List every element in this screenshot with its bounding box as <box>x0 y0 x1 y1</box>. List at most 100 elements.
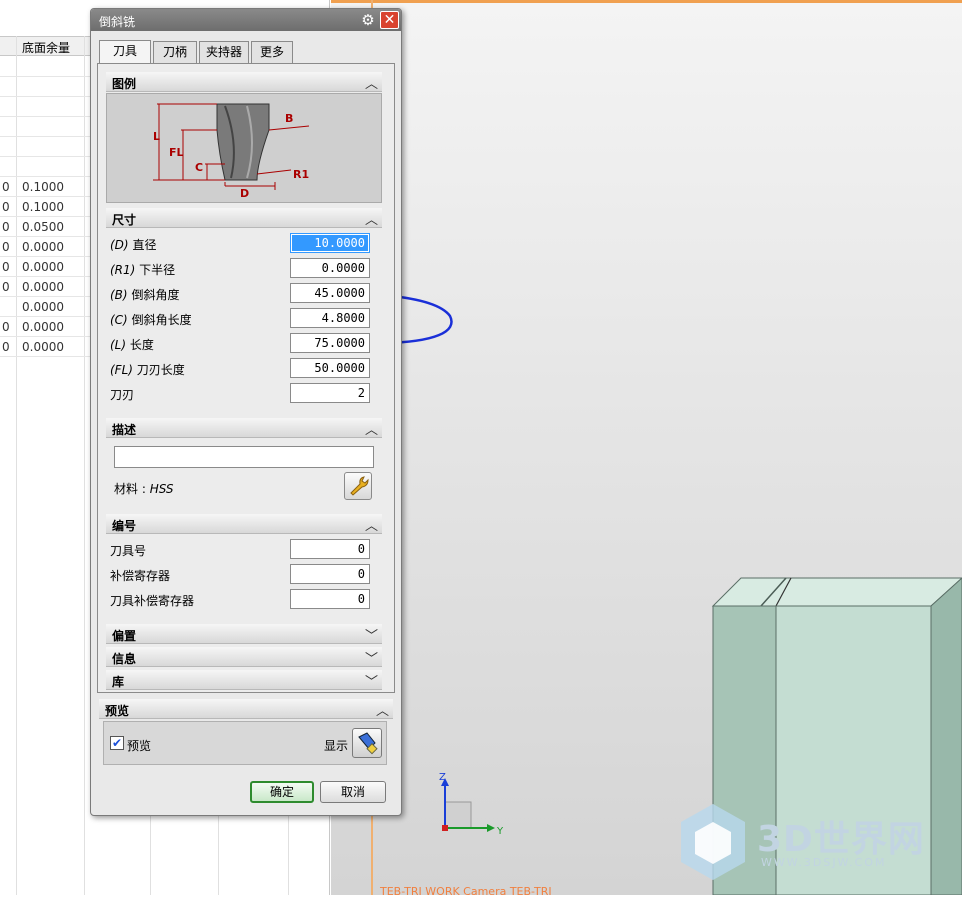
numbering-field-input[interactable]: 0 <box>290 539 370 559</box>
section-dimensions[interactable]: 尺寸 ︿ <box>106 208 382 228</box>
dimension-field-label: (D) 直径 <box>110 236 156 253</box>
dimension-field-prefix: (B) <box>110 288 128 302</box>
close-button[interactable]: ✕ <box>380 11 399 29</box>
wrench-icon <box>350 476 369 496</box>
cancel-button[interactable]: 取消 <box>320 781 386 803</box>
tool-diagram-frame: L FL C D B R1 <box>106 93 382 203</box>
gear-icon[interactable]: ⚙ <box>359 11 377 29</box>
tool-tab-panel: 图例 ︿ L FL C D B R1 尺寸 ︿ (D) 直径 10.0000 (… <box>97 63 395 693</box>
chamfer-mill-dialog: 倒斜铣 ⚙ ✕ 刀具 刀柄 夹持器 更多 图例 ︿ L FL C D B R1 … <box>90 8 402 816</box>
dimension-field-name: 刀刃 <box>110 388 135 402</box>
table-cell-floor-stock: 0.0000 <box>22 300 64 314</box>
diagram-label-c: C <box>195 161 203 174</box>
section-info[interactable]: 信息 ﹀ <box>106 647 382 667</box>
dimension-field-label: (B) 倒斜角度 <box>110 286 179 303</box>
diagram-label-r1: R1 <box>293 168 309 181</box>
dimension-field-name: 倒斜角长度 <box>131 313 192 327</box>
flashlight-icon <box>358 732 378 755</box>
chevron-up-icon[interactable]: ︿ <box>365 73 378 92</box>
chevron-down-icon[interactable]: ﹀ <box>365 648 378 667</box>
material-value: HSS <box>149 482 174 496</box>
material-row: 材料 : HSS <box>114 480 174 497</box>
preview-checkbox[interactable]: ✔ <box>110 736 124 750</box>
watermark-logo <box>681 804 745 880</box>
material-label: 材料 : <box>114 482 150 496</box>
numbering-field-row: 刀具号 0 <box>106 539 374 559</box>
material-button[interactable] <box>344 472 372 500</box>
dialog-titlebar[interactable]: 倒斜铣 ⚙ ✕ <box>91 9 401 31</box>
section-library[interactable]: 库 ﹀ <box>106 670 382 690</box>
chevron-up-icon[interactable]: ︿ <box>365 419 378 438</box>
dimension-field-name: 下半径 <box>139 263 176 277</box>
dimension-field-prefix: (C) <box>110 313 128 327</box>
dimension-field-prefix: (D) <box>110 238 129 252</box>
display-button[interactable] <box>352 728 382 758</box>
diagram-label-b: B <box>285 112 293 125</box>
numbering-field-label: 补偿寄存器 <box>110 569 171 583</box>
section-legend[interactable]: 图例 ︿ <box>106 72 382 92</box>
section-offset[interactable]: 偏置 ﹀ <box>106 624 382 644</box>
table-cell: 0 <box>2 180 10 194</box>
table-cell-floor-stock: 0.0000 <box>22 240 64 254</box>
numbering-field-label: 刀具号 <box>110 544 147 558</box>
section-info-label: 信息 <box>112 652 137 666</box>
dimension-field-row: (C) 倒斜角长度 4.8000 <box>106 308 374 328</box>
dimension-field-input[interactable]: 45.0000 <box>290 283 370 303</box>
chamfer-tool-diagram: L FL C D B R1 <box>153 103 309 200</box>
graphics-viewport[interactable]: Z Y 3D世界网 WWW.3DSJW.COM TEB-TRI WORK Cam… <box>331 0 962 898</box>
dimension-field-prefix: (R1) <box>110 263 136 277</box>
description-input[interactable] <box>114 446 374 468</box>
dimension-field-row: (L) 长度 75.0000 <box>106 333 374 353</box>
chevron-up-icon[interactable]: ︿ <box>365 515 378 534</box>
section-numbering[interactable]: 编号 ︿ <box>106 514 382 534</box>
section-description-label: 描述 <box>112 423 137 437</box>
dimension-field-input[interactable]: 2 <box>290 383 370 403</box>
chevron-up-icon[interactable]: ︿ <box>376 700 389 719</box>
ok-button[interactable]: 确定 <box>250 781 314 803</box>
dimension-field-name: 刀刃长度 <box>136 363 185 377</box>
table-cell-floor-stock: 0.0000 <box>22 320 64 334</box>
preview-panel: ✔ 预览 显示 <box>103 721 387 765</box>
table-cell: 0 <box>2 280 10 294</box>
dimension-field-input[interactable]: 10.0000 <box>290 233 370 253</box>
table-cell: 0 <box>2 200 10 214</box>
numbering-field-input[interactable]: 0 <box>290 589 370 609</box>
section-preview[interactable]: 预览 ︿ <box>99 699 393 719</box>
numbering-field-input[interactable]: 0 <box>290 564 370 584</box>
dimension-field-label: (L) 长度 <box>110 336 154 353</box>
diagram-label-d: D <box>240 187 249 200</box>
column-header-floor-stock[interactable]: 底面余量 <box>22 39 70 56</box>
tab-more[interactable]: 更多 <box>251 41 293 63</box>
viewport-status-text: TEB-TRI WORK Camera TEB-TRI <box>380 885 552 898</box>
chevron-up-icon[interactable]: ︿ <box>365 209 378 228</box>
dimension-field-input[interactable]: 4.8000 <box>290 308 370 328</box>
dimension-field-name: 直径 <box>132 238 157 252</box>
dimension-field-row: (B) 倒斜角度 45.0000 <box>106 283 374 303</box>
dimension-field-row: 刀刃 2 <box>106 383 374 403</box>
table-cell-floor-stock: 0.0000 <box>22 340 64 354</box>
dimension-field-label: (FL) 刀刃长度 <box>110 361 185 378</box>
dimension-field-label: 刀刃 <box>110 386 134 403</box>
wcs-triad: Z Y <box>439 772 504 837</box>
table-cell-floor-stock: 0.0000 <box>22 260 64 274</box>
dimension-field-input[interactable]: 0.0000 <box>290 258 370 278</box>
table-cell-floor-stock: 0.1000 <box>22 200 64 214</box>
table-cell: 0 <box>2 340 10 354</box>
tab-tool[interactable]: 刀具 <box>99 40 151 64</box>
y-axis-label: Y <box>496 826 504 837</box>
numbering-field-row: 刀具补偿寄存器 0 <box>106 589 374 609</box>
section-dimensions-label: 尺寸 <box>112 213 137 227</box>
section-library-label: 库 <box>112 675 125 689</box>
table-cell: 0 <box>2 240 10 254</box>
numbering-field-row: 补偿寄存器 0 <box>106 564 374 584</box>
tab-holder[interactable]: 刀柄 <box>153 41 197 63</box>
table-cell-floor-stock: 0.1000 <box>22 180 64 194</box>
section-description[interactable]: 描述 ︿ <box>106 418 382 438</box>
chevron-down-icon[interactable]: ﹀ <box>365 625 378 644</box>
tab-clamp[interactable]: 夹持器 <box>199 41 249 63</box>
table-cell-floor-stock: 0.0500 <box>22 220 64 234</box>
dimension-field-input[interactable]: 50.0000 <box>290 358 370 378</box>
chevron-down-icon[interactable]: ﹀ <box>365 671 378 690</box>
watermark-url: WWW.3DSJW.COM <box>761 856 887 869</box>
dimension-field-input[interactable]: 75.0000 <box>290 333 370 353</box>
